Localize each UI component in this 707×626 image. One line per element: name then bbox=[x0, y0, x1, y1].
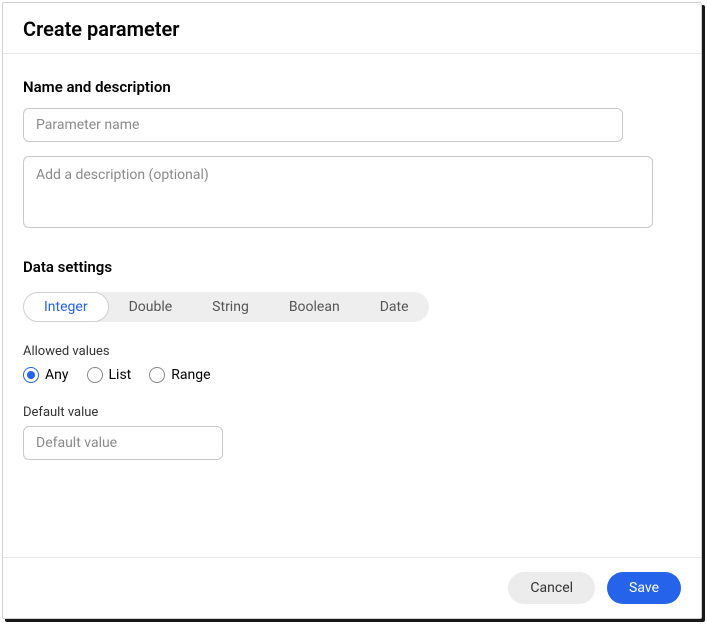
modal-title: Create parameter bbox=[23, 17, 681, 41]
cancel-button[interactable]: Cancel bbox=[508, 572, 595, 604]
data-settings-heading: Data settings bbox=[23, 258, 681, 276]
radio-label-range: Range bbox=[171, 367, 210, 383]
data-type-date[interactable]: Date bbox=[360, 292, 429, 322]
allowed-value-list[interactable]: List bbox=[87, 367, 132, 383]
data-type-integer[interactable]: Integer bbox=[23, 292, 109, 322]
radio-dot-icon bbox=[27, 371, 35, 379]
data-type-string[interactable]: String bbox=[192, 292, 269, 322]
allowed-values-radio-group: Any List Range bbox=[23, 367, 681, 383]
radio-label-any: Any bbox=[45, 367, 69, 383]
modal-body: Name and description Data settings Integ… bbox=[3, 54, 701, 557]
default-value-label: Default value bbox=[23, 405, 681, 420]
modal-footer: Cancel Save bbox=[3, 557, 701, 618]
name-description-heading: Name and description bbox=[23, 78, 681, 96]
data-type-double[interactable]: Double bbox=[109, 292, 193, 322]
radio-icon bbox=[87, 367, 103, 383]
data-type-boolean[interactable]: Boolean bbox=[269, 292, 360, 322]
save-button[interactable]: Save bbox=[607, 572, 681, 604]
default-value-section: Default value bbox=[23, 405, 681, 460]
radio-label-list: List bbox=[109, 367, 132, 383]
allowed-values-label: Allowed values bbox=[23, 344, 681, 359]
allowed-value-range[interactable]: Range bbox=[149, 367, 210, 383]
data-settings-section: Data settings Integer Double String Bool… bbox=[23, 258, 681, 460]
modal-header: Create parameter bbox=[3, 3, 701, 54]
create-parameter-modal: Create parameter Name and description Da… bbox=[2, 2, 702, 619]
radio-icon bbox=[23, 367, 39, 383]
radio-icon bbox=[149, 367, 165, 383]
data-type-selector: Integer Double String Boolean Date bbox=[23, 292, 429, 322]
allowed-value-any[interactable]: Any bbox=[23, 367, 69, 383]
default-value-input[interactable] bbox=[23, 426, 223, 460]
parameter-name-input[interactable] bbox=[23, 108, 623, 142]
parameter-description-input[interactable] bbox=[23, 156, 653, 228]
